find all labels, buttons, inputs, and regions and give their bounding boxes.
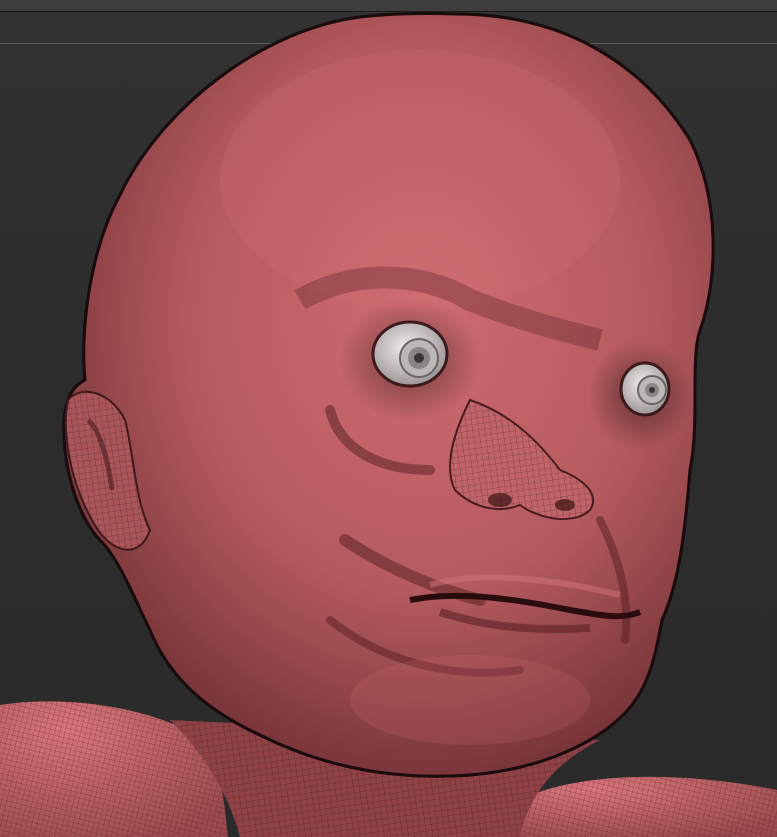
- sculpted-head-mesh-icon[interactable]: [0, 0, 777, 837]
- right-eye-icon: [619, 361, 671, 417]
- left-eye-icon: [371, 320, 449, 388]
- chin-highlight: [350, 655, 590, 745]
- sculpt-viewport[interactable]: [0, 0, 777, 837]
